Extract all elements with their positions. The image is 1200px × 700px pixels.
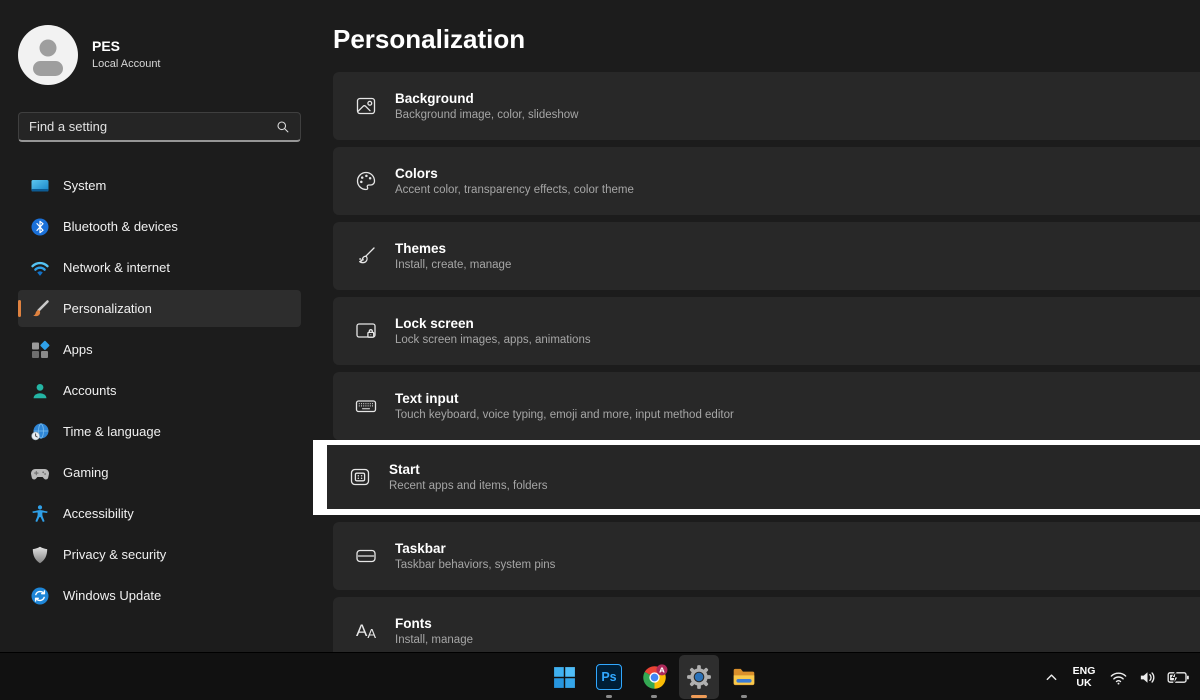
row-title: Background: [395, 91, 578, 106]
taskbar-windows-start-button[interactable]: [544, 655, 584, 699]
taskbar-settings-button[interactable]: [679, 655, 719, 699]
chrome-icon: A: [641, 664, 668, 691]
chrome-profile-badge: A: [659, 666, 665, 674]
privacy-security-icon: [30, 545, 50, 565]
row-title: Start: [389, 462, 548, 477]
search-input[interactable]: [29, 119, 276, 134]
sidebar-item-bluetooth-devices[interactable]: Bluetooth & devices: [18, 208, 301, 245]
settings-row-text-input[interactable]: Text input Touch keyboard, voice typing,…: [333, 372, 1200, 440]
user-name: PES: [92, 38, 120, 54]
language-indicator[interactable]: ENG UK: [1069, 665, 1099, 689]
bluetooth-icon: [30, 217, 50, 237]
taskbar-apps: Ps A: [544, 655, 764, 699]
row-subtitle: Install, manage: [395, 634, 473, 646]
taskbar-file-explorer-button[interactable]: [724, 655, 764, 699]
settings-row-colors[interactable]: Colors Accent color, transparency effect…: [333, 147, 1200, 215]
page-title: Personalization: [333, 24, 525, 55]
lock-screen-icon: [354, 319, 378, 343]
row-subtitle: Taskbar behaviors, system pins: [395, 559, 555, 571]
start-row-highlight: Start Recent apps and items, folders: [313, 440, 1200, 515]
row-subtitle: Install, create, manage: [395, 259, 511, 271]
user-account-type: Local Account: [92, 58, 161, 70]
row-subtitle: Recent apps and items, folders: [389, 480, 548, 492]
settings-row-background[interactable]: Background Background image, color, slid…: [333, 72, 1200, 140]
settings-row-taskbar[interactable]: Taskbar Taskbar behaviors, system pins: [333, 522, 1200, 590]
row-subtitle: Lock screen images, apps, animations: [395, 334, 591, 346]
row-title: Themes: [395, 241, 511, 256]
chevron-up-icon[interactable]: [1044, 670, 1059, 685]
taskbar-photoshop-button[interactable]: Ps: [589, 655, 629, 699]
sidebar-item-privacy-security[interactable]: Privacy & security: [18, 536, 301, 573]
running-indicator: [606, 695, 612, 698]
selection-pill: [18, 300, 21, 317]
gear-icon: [686, 664, 712, 690]
taskbar-icon: [354, 544, 378, 568]
user-avatar[interactable]: [18, 25, 78, 85]
windows-logo-icon: [552, 665, 577, 690]
taskbar: Ps A: [0, 652, 1200, 700]
apps-icon: [30, 340, 50, 360]
taskbar-chrome-button[interactable]: A: [634, 655, 674, 699]
sidebar-item-system[interactable]: System: [18, 167, 301, 204]
running-indicator: [651, 695, 657, 698]
settings-row-themes[interactable]: Themes Install, create, manage: [333, 222, 1200, 290]
themes-icon: [354, 244, 378, 268]
settings-window: PES Local Account System: [0, 0, 1200, 700]
photoshop-icon: Ps: [596, 664, 622, 690]
running-indicator: [741, 695, 747, 698]
sidebar-item-accounts[interactable]: Accounts: [18, 372, 301, 409]
system-tray: ENG UK: [1044, 653, 1190, 700]
row-title: Fonts: [395, 616, 473, 631]
folder-icon: [731, 664, 757, 690]
search-box[interactable]: [18, 112, 301, 142]
gaming-icon: [30, 463, 50, 483]
sidebar-item-accessibility[interactable]: Accessibility: [18, 495, 301, 532]
personalization-icon: [30, 299, 50, 319]
row-subtitle: Touch keyboard, voice typing, emoji and …: [395, 409, 734, 421]
sidebar-item-time-language[interactable]: Time & language: [18, 413, 301, 450]
person-icon: [18, 25, 78, 85]
sidebar-item-apps[interactable]: Apps: [18, 331, 301, 368]
sidebar-nav: System Bluetooth & devices Networ: [18, 167, 301, 614]
system-icon: [30, 176, 50, 196]
row-title: Taskbar: [395, 541, 555, 556]
text-input-icon: [354, 394, 378, 418]
row-title: Lock screen: [395, 316, 591, 331]
row-title: Colors: [395, 166, 634, 181]
row-subtitle: Accent color, transparency effects, colo…: [395, 184, 634, 196]
wifi-icon[interactable]: [1109, 668, 1128, 687]
start-icon: [348, 465, 372, 489]
windows-update-icon: [30, 586, 50, 606]
sidebar-item-network-internet[interactable]: Network & internet: [18, 249, 301, 286]
network-icon: [30, 258, 50, 278]
sidebar-item-personalization[interactable]: Personalization: [18, 290, 301, 327]
active-indicator: [691, 695, 707, 698]
time-language-icon: [30, 422, 50, 442]
accounts-icon: [30, 381, 50, 401]
sidebar-item-windows-update[interactable]: Windows Update: [18, 577, 301, 614]
battery-icon[interactable]: [1167, 670, 1190, 685]
search-icon[interactable]: [276, 120, 290, 134]
background-icon: [354, 94, 378, 118]
sidebar-item-gaming[interactable]: Gaming: [18, 454, 301, 491]
accessibility-icon: [30, 504, 50, 524]
fonts-icon: AA: [354, 621, 378, 641]
row-title: Text input: [395, 391, 734, 406]
colors-icon: [354, 169, 378, 193]
settings-row-start[interactable]: Start Recent apps and items, folders: [327, 445, 1200, 509]
row-subtitle: Background image, color, slideshow: [395, 109, 578, 121]
settings-row-lock-screen[interactable]: Lock screen Lock screen images, apps, an…: [333, 297, 1200, 365]
volume-icon[interactable]: [1138, 668, 1157, 687]
